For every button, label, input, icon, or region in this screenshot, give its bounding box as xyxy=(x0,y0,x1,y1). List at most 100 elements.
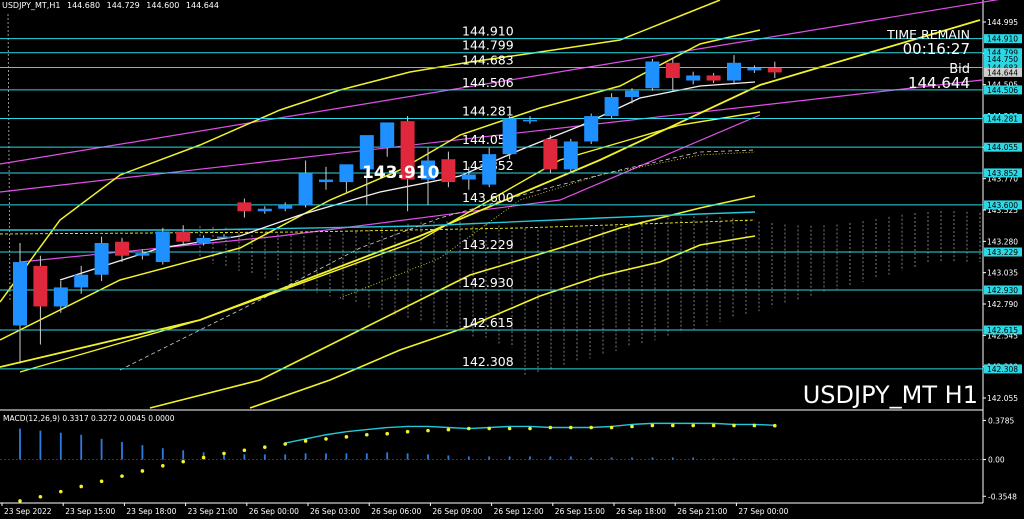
bull-candle xyxy=(53,287,68,307)
bear-candle xyxy=(237,202,252,212)
bull-candle xyxy=(74,274,89,288)
macd-signal-dot xyxy=(263,445,267,449)
candles xyxy=(13,55,782,364)
time-remain-value: 00:16:27 xyxy=(903,40,970,58)
time-axis: 23 Sep 2022 23 Sep 15:00 23 Sep 18:00 23 Se… xyxy=(1,503,789,516)
time-tick-label: 26 Sep 12:00 xyxy=(494,507,544,516)
price-chart[interactable]: 144.910144.799144.683144.506144.281144.0… xyxy=(0,0,1024,519)
level-label: 142.308 xyxy=(462,354,514,369)
macd-signal-dot xyxy=(711,423,716,428)
macd-signal-dot xyxy=(630,424,634,429)
level-label: 143.600 xyxy=(462,190,514,205)
bull-candle xyxy=(584,116,599,142)
bull-candle xyxy=(94,243,109,275)
macd-signal-dot xyxy=(303,439,308,443)
bear-candle xyxy=(543,138,558,170)
macd-signal-dot xyxy=(405,429,410,434)
bull-candle xyxy=(625,90,639,98)
macd-signal-dot xyxy=(79,484,83,489)
level-lines: 144.910144.799144.683144.506144.281144.0… xyxy=(0,24,983,370)
bull-candle xyxy=(196,237,211,243)
price-label-box-text: 142.930 xyxy=(987,286,1018,295)
bull-candle xyxy=(319,179,333,183)
price-label-box-text: 144.644 xyxy=(987,68,1018,77)
macd-tick-label: 0.3785 xyxy=(988,416,1014,425)
macd-signal-dot xyxy=(283,442,288,446)
bear-candle xyxy=(706,75,721,81)
macd-signal-dot xyxy=(446,427,451,432)
price-label-box-text: 144.281 xyxy=(987,114,1018,123)
bear-candle xyxy=(176,231,191,242)
price-tick-label: 143.035 xyxy=(987,269,1018,278)
macd-signal-dot xyxy=(426,428,430,433)
macd-signal-dot xyxy=(18,499,22,503)
big-symbol-label: USDJPY_MT H1 xyxy=(803,381,978,409)
macd-signal-dot xyxy=(222,451,226,456)
macd-signal-dot xyxy=(201,455,206,460)
bear-candle xyxy=(767,67,782,73)
bull-candle xyxy=(604,97,619,117)
bid-value: 144.644 xyxy=(908,74,970,92)
bull-candle xyxy=(339,164,354,183)
bull-candle xyxy=(482,154,497,185)
level-label: 144.683 xyxy=(462,52,514,67)
bull-candle xyxy=(13,262,27,326)
macd-signal-dot xyxy=(691,423,695,428)
vertical-dotted-line xyxy=(7,13,11,301)
price-label-box-text: 143.229 xyxy=(987,248,1018,257)
bull-candle xyxy=(217,236,231,239)
time-tick-label: 27 Sep 00:00 xyxy=(738,507,788,516)
level-label: 144.910 xyxy=(462,24,514,39)
macd-signal-dot xyxy=(242,448,247,453)
macd-signal-dot xyxy=(181,459,185,464)
bull-candle xyxy=(686,75,701,81)
time-tick-label: 26 Sep 00:00 xyxy=(249,507,299,516)
price-tick-label: 142.790 xyxy=(987,300,1018,309)
bull-candle xyxy=(461,174,476,180)
macd-signal-dot xyxy=(507,426,512,431)
time-tick-label: 26 Sep 06:00 xyxy=(371,507,421,516)
macd-title: MACD(12,26,9) 0.3317 0.3272 0.0045 0.000… xyxy=(3,414,175,423)
price-label-box-text: 144.055 xyxy=(987,143,1018,152)
macd-signal-dot xyxy=(732,423,736,428)
macd-signal-dot xyxy=(467,426,471,431)
yellow-band-lower xyxy=(149,195,756,409)
macd-signal-dot xyxy=(365,432,369,437)
macd-signal-dot xyxy=(773,423,777,428)
macd-signal-dot xyxy=(38,494,43,499)
price-label-box-text: 144.506 xyxy=(987,86,1018,95)
macd-signal-dot xyxy=(161,463,165,468)
bear-candle xyxy=(441,159,456,183)
bear-candle xyxy=(33,265,48,307)
highlight-price-label: 143.910 xyxy=(362,163,440,183)
level-label: 143.229 xyxy=(462,237,514,252)
macd-signal-dot xyxy=(589,425,593,430)
price-label-box-text: 143.600 xyxy=(987,201,1018,210)
macd-signal-dot xyxy=(99,479,104,484)
level-label: 142.930 xyxy=(462,275,514,290)
time-tick-label: 26 Sep 15:00 xyxy=(555,507,605,516)
bull-candle xyxy=(523,119,537,122)
time-tick-label: 26 Sep 09:00 xyxy=(432,507,482,516)
macd-signal-dot xyxy=(609,425,614,430)
macd-signal-dot xyxy=(650,423,655,428)
time-tick-label: 23 Sep 21:00 xyxy=(188,507,238,516)
time-tick-label: 23 Sep 2022 xyxy=(4,507,52,516)
bull-candle xyxy=(298,173,313,205)
time-tick-label: 23 Sep 15:00 xyxy=(65,507,115,516)
price-label-box-text: 142.615 xyxy=(987,326,1018,335)
bull-candle xyxy=(278,204,293,209)
bear-candle xyxy=(115,241,129,256)
level-label: 144.506 xyxy=(462,75,514,90)
bear-candle xyxy=(665,62,680,78)
price-axis: 144.995144.750144.505144.260144.015143.7… xyxy=(983,18,1022,403)
level-label: 144.281 xyxy=(462,103,514,118)
bull-candle xyxy=(747,67,762,71)
cyan-moving-average xyxy=(0,211,756,231)
macd-signal-dot xyxy=(548,425,553,430)
bull-candle xyxy=(645,61,660,89)
macd-signal-dot xyxy=(569,425,573,430)
macd-signal-dot xyxy=(140,469,145,473)
bull-candle xyxy=(727,62,741,81)
macd-signal-dot xyxy=(752,423,757,428)
